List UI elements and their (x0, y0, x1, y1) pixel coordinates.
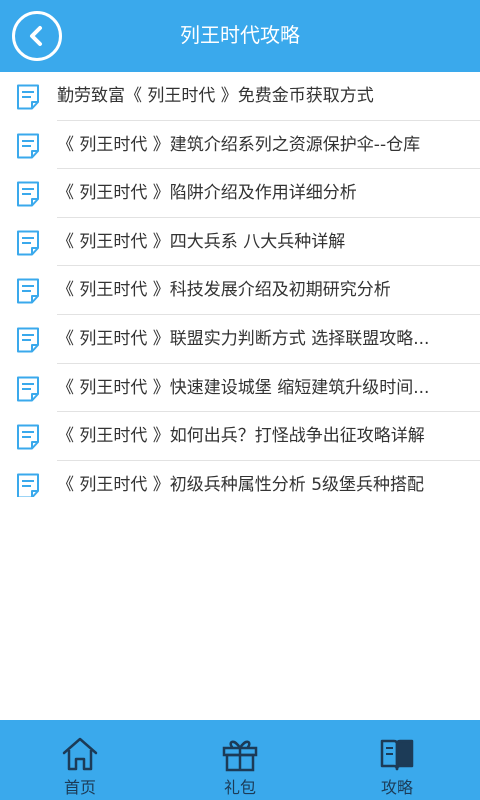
document-icon (17, 84, 39, 110)
list-item[interactable]: 《 列王时代 》如何出兵？打怪战争出征攻略详解 (0, 412, 480, 461)
list-item[interactable]: 《 列王时代 》四大兵系 八大兵种详解 (0, 218, 480, 267)
article-title: 《 列王时代 》联盟实力判断方式 选择联盟攻略... (57, 328, 430, 349)
article-title: 《 列王时代 》四大兵系 八大兵种详解 (57, 231, 346, 252)
article-title: 《 列王时代 》科技发展介绍及初期研究分析 (57, 280, 391, 301)
document-icon (17, 278, 39, 304)
header-bar: 列王时代攻略 (0, 0, 480, 72)
page-title: 列王时代攻略 (180, 23, 300, 47)
document-icon (17, 133, 39, 159)
tab-label: 首页 (63, 778, 96, 797)
list-item[interactable]: 《 列王时代 》初级兵种属性分析 5级堡兵种搭配 (0, 461, 480, 497)
article-title: 《 列王时代 》陷阱介绍及作用详细分析 (57, 183, 357, 204)
document-icon (17, 230, 39, 256)
tab-guide[interactable]: 攻略 (337, 720, 457, 800)
article-title: 《 列王时代 》如何出兵？打怪战争出征攻略详解 (57, 426, 425, 447)
document-icon (17, 424, 39, 450)
document-icon (17, 181, 39, 207)
document-icon (17, 376, 39, 402)
document-icon (17, 473, 39, 497)
tab-home[interactable]: 首页 (20, 720, 140, 800)
home-icon (62, 737, 98, 771)
book-icon (380, 739, 414, 771)
list-item[interactable]: 《 列王时代 》建筑介绍系列之资源保护伞--仓库 (0, 121, 480, 170)
article-title: 勤劳致富《 列王时代 》免费金币获取方式 (57, 86, 374, 106)
document-icon (17, 327, 39, 353)
article-title: 《 列王时代 》快速建设城堡 缩短建筑升级时间... (57, 377, 430, 398)
list-item[interactable]: 《 列王时代 》联盟实力判断方式 选择联盟攻略... (0, 315, 480, 364)
gift-icon (222, 740, 258, 772)
article-list: 勤劳致富《 列王时代 》免费金币获取方式 《 列王时代 》建筑介绍系列之资源保护… (0, 72, 480, 497)
list-item[interactable]: 勤劳致富《 列王时代 》免费金币获取方式 (0, 72, 480, 121)
bottom-tab-bar: 首页 礼包 攻略 (0, 720, 480, 800)
list-item[interactable]: 《 列王时代 》快速建设城堡 缩短建筑升级时间... (0, 364, 480, 413)
tab-gift[interactable]: 礼包 (180, 720, 300, 800)
tab-label: 礼包 (223, 778, 256, 797)
list-item[interactable]: 《 列王时代 》陷阱介绍及作用详细分析 (0, 169, 480, 218)
article-title: 《 列王时代 》建筑介绍系列之资源保护伞--仓库 (57, 134, 421, 155)
list-item[interactable]: 《 列王时代 》科技发展介绍及初期研究分析 (0, 266, 480, 315)
article-title: 《 列王时代 》初级兵种属性分析 5级堡兵种搭配 (57, 474, 425, 495)
tab-label: 攻略 (380, 778, 413, 797)
